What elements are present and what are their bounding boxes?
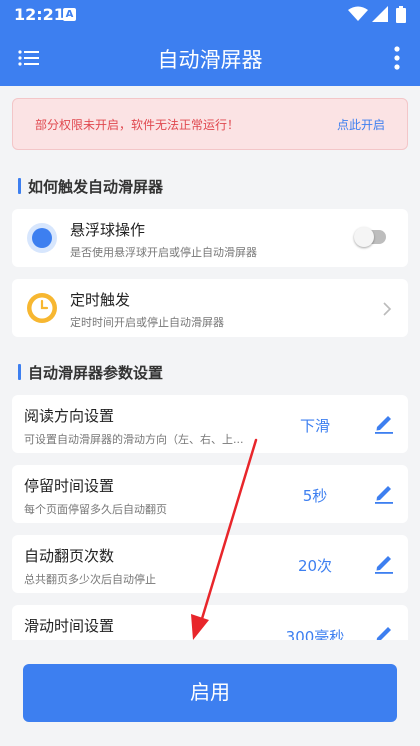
param-card-page-count[interactable]: 自动翻页次数 总共翻页多少次后自动停止 20次 — [12, 535, 408, 593]
bottom-action-area: 启用 — [0, 640, 420, 746]
floating-ball-subtitle: 是否使用悬浮球开启或停止自动滑屏器 — [70, 246, 257, 259]
param-title: 停留时间设置 — [24, 477, 115, 495]
param-value[interactable]: 5秒 — [262, 485, 368, 506]
param-subtitle: 每个页面停留多久后自动翻页 — [24, 503, 167, 516]
param-value[interactable]: 下滑 — [262, 415, 368, 436]
param-title: 滑动时间设置 — [24, 617, 115, 635]
chevron-right-icon — [383, 302, 392, 316]
app-title: 自动滑屏器 — [157, 48, 263, 72]
floating-ball-card[interactable]: 悬浮球操作 是否使用悬浮球开启或停止自动滑屏器 — [12, 209, 408, 267]
edit-icon[interactable] — [374, 412, 394, 434]
floating-ball-icon — [27, 223, 57, 253]
param-title: 阅读方向设置 — [24, 407, 115, 425]
permission-warning-banner: 部分权限未开启，软件无法正常运行！ 点此开启 — [12, 98, 408, 150]
param-value[interactable]: 20次 — [262, 555, 368, 576]
enable-permission-link[interactable]: 点此开启 — [337, 116, 385, 133]
timed-trigger-card[interactable]: 定时触发 定时时间开启或停止自动滑屏器 — [12, 279, 408, 337]
param-title: 自动翻页次数 — [24, 547, 115, 565]
param-card-stay-time[interactable]: 停留时间设置 每个页面停留多久后自动翻页 5秒 — [12, 465, 408, 523]
app-bar: 自动滑屏器 — [0, 30, 420, 86]
param-subtitle: 可设置自动滑屏器的滑动方向（左、右、上... — [24, 433, 244, 446]
trigger-section-title: 如何触发自动滑屏器 — [18, 176, 163, 197]
toggle-knob — [354, 227, 374, 247]
enable-button[interactable]: 启用 — [23, 664, 397, 722]
wifi-icon — [348, 6, 368, 21]
edit-icon[interactable] — [374, 482, 394, 504]
params-section-title: 自动滑屏器参数设置 — [18, 362, 163, 383]
param-subtitle: 总共翻页多少次后自动停止 — [24, 573, 156, 586]
notification-icon: A — [63, 8, 76, 21]
status-bar: 12:21 A — [0, 0, 420, 30]
timed-trigger-title: 定时触发 — [70, 291, 131, 309]
permission-warning-text: 部分权限未开启，软件无法正常运行！ — [35, 118, 240, 132]
edit-icon[interactable] — [374, 552, 394, 574]
timed-trigger-subtitle: 定时时间开启或停止自动滑屏器 — [70, 316, 224, 329]
battery-icon — [396, 6, 406, 23]
param-card-direction[interactable]: 阅读方向设置 可设置自动滑屏器的滑动方向（左、右、上... 下滑 — [12, 395, 408, 453]
status-time: 12:21 — [14, 5, 65, 24]
floating-ball-title: 悬浮球操作 — [70, 221, 146, 239]
floating-ball-toggle[interactable] — [354, 227, 386, 247]
signal-icon — [372, 6, 388, 22]
more-vert-icon[interactable] — [392, 45, 402, 71]
clock-icon — [27, 293, 57, 323]
